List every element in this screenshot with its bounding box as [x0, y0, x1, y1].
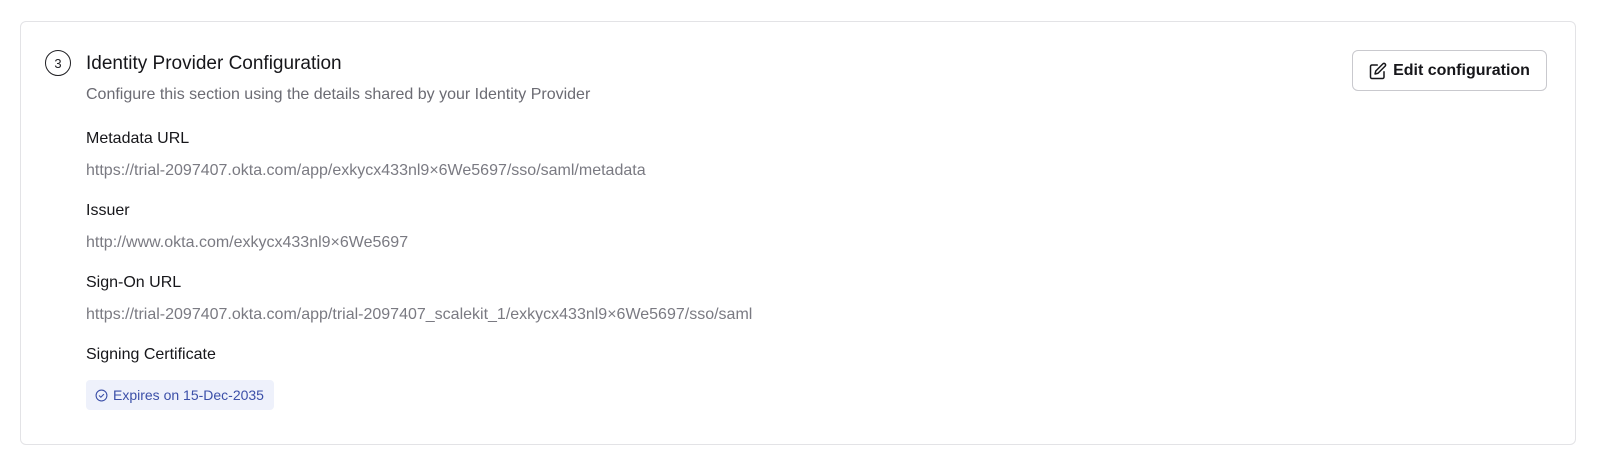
certificate-expiry-text: Expires on 15-Dec-2035 — [113, 387, 264, 403]
section-subtitle: Configure this section using the details… — [86, 86, 591, 103]
sign-on-url-value: https://trial-2097407.okta.com/app/trial… — [86, 306, 753, 323]
step-number-badge: 3 — [45, 50, 71, 76]
certificate-expiry-badge: Expires on 15-Dec-2035 — [86, 380, 274, 410]
section-title: Identity Provider Configuration — [86, 53, 342, 74]
idp-configuration-card: 3 Identity Provider Configuration Config… — [20, 21, 1576, 445]
issuer-value: http://www.okta.com/exkycx433nl9×6We5697 — [86, 234, 409, 251]
metadata-url-value: https://trial-2097407.okta.com/app/exkyc… — [86, 162, 646, 179]
step-number: 3 — [54, 55, 62, 71]
edit-configuration-label: Edit configuration — [1393, 61, 1530, 79]
metadata-url-label: Metadata URL — [86, 130, 190, 147]
edit-icon — [1369, 62, 1387, 80]
signing-certificate-label: Signing Certificate — [86, 346, 216, 363]
edit-configuration-button[interactable]: Edit configuration — [1352, 50, 1547, 91]
issuer-label: Issuer — [86, 202, 130, 219]
sign-on-url-label: Sign-On URL — [86, 274, 182, 291]
check-circle-icon — [95, 389, 108, 402]
